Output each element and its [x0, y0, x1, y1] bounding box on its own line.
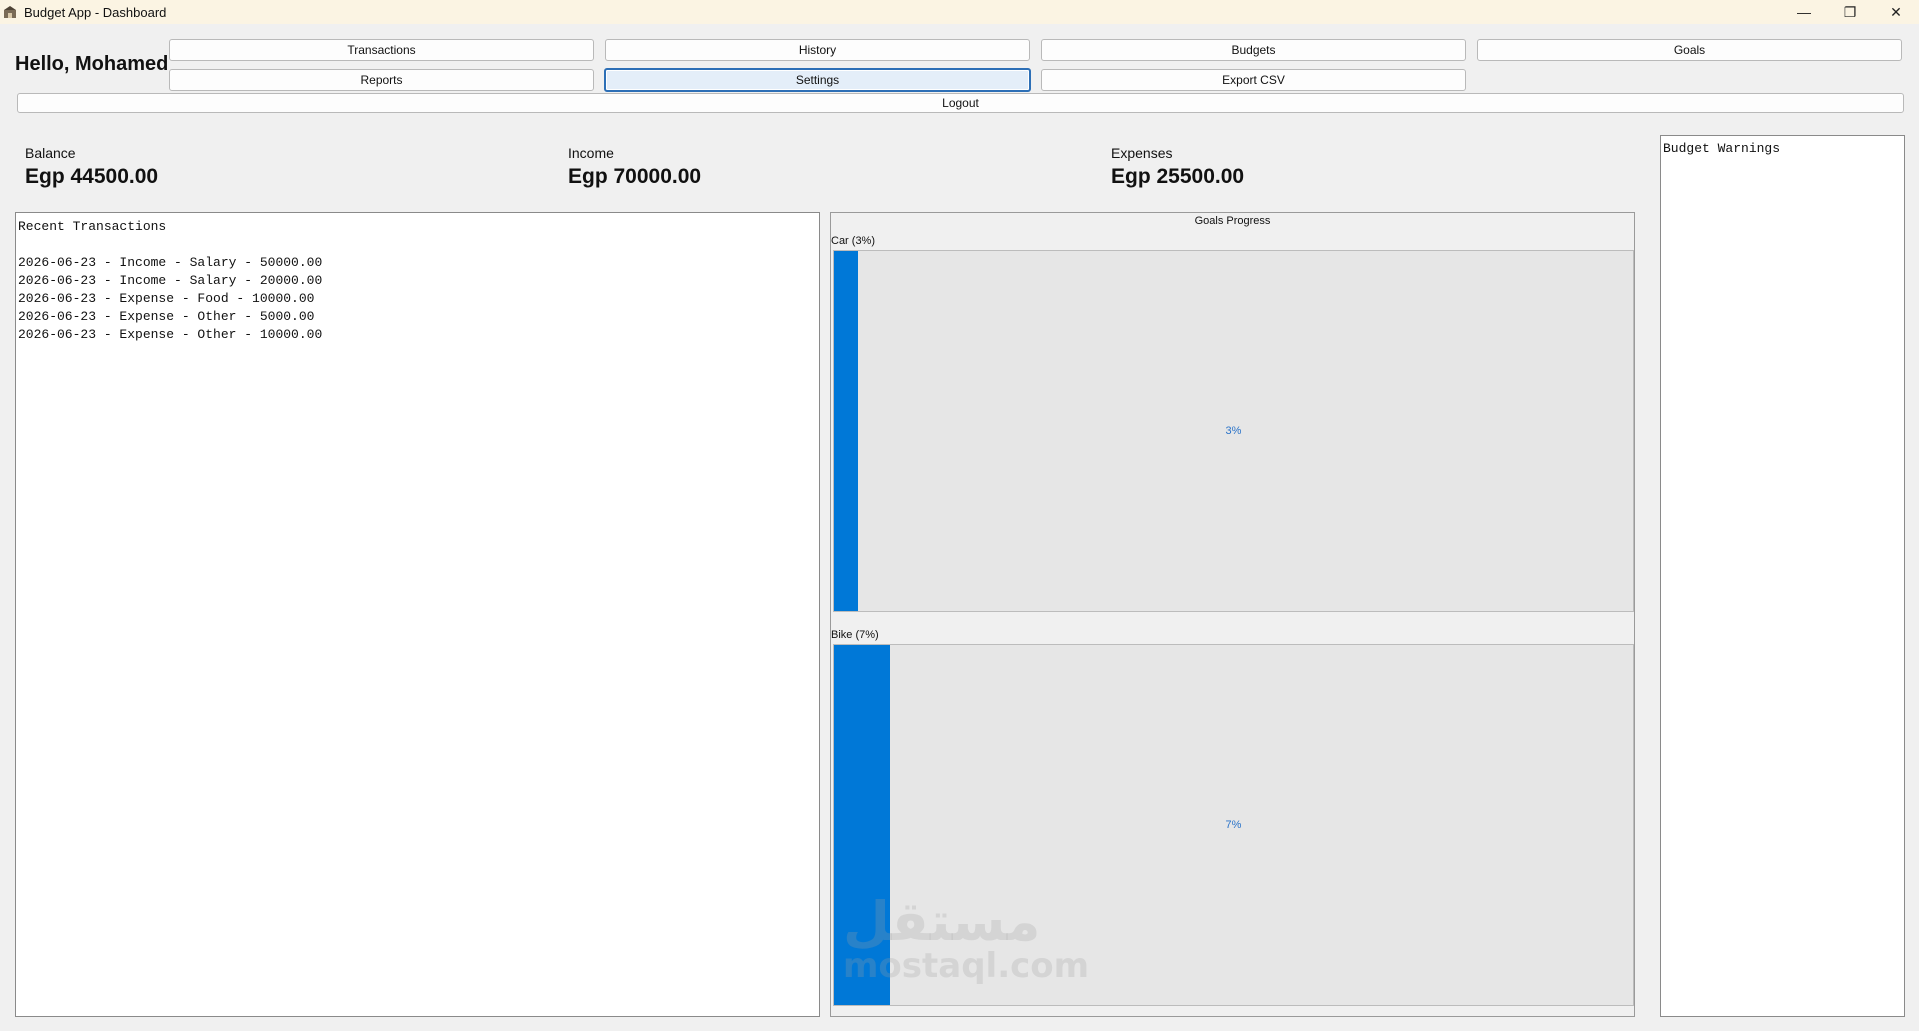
budget-warnings-title: Budget Warnings — [1663, 141, 1781, 156]
balance-value: Egp 44500.00 — [25, 165, 159, 188]
close-icon[interactable]: ✕ — [1873, 0, 1919, 24]
goal-percent-car: 3% — [1225, 425, 1242, 437]
recent-transactions-title: Recent Transactions — [18, 219, 167, 234]
watermark: مستقل mostaql.com — [843, 890, 1090, 986]
expenses-summary: Expenses Egp 25500.00 — [1111, 145, 1244, 189]
export-csv-button[interactable]: Export CSV — [1041, 69, 1466, 91]
list-item: 2026-06-23 - Expense - Food - 10000.00 — [18, 291, 315, 306]
list-item: 2026-06-23 - Expense - Other - 10000.00 — [18, 327, 323, 342]
budget-warnings-panel[interactable]: Budget Warnings — [1660, 135, 1905, 1017]
goals-button[interactable]: Goals — [1477, 39, 1902, 61]
income-label: Income — [568, 145, 614, 161]
transactions-list: 2026-06-23 - Income - Salary - 50000.00 … — [18, 254, 322, 344]
watermark-latin: mostaql.com — [843, 946, 1090, 986]
history-button[interactable]: History — [605, 39, 1030, 61]
budgets-button[interactable]: Budgets — [1041, 39, 1466, 61]
title-bar: Budget App - Dashboard — ❐ ✕ — [0, 0, 1919, 24]
balance-label: Balance — [25, 145, 76, 161]
greeting: Hello, Mohamed — [15, 53, 169, 75]
app-icon — [2, 4, 18, 20]
balance-summary: Balance Egp 44500.00 — [25, 145, 158, 189]
income-value: Egp 70000.00 — [568, 165, 702, 188]
list-item: 2026-06-23 - Income - Salary - 50000.00 — [18, 255, 323, 270]
transactions-button[interactable]: Transactions — [169, 39, 594, 61]
window-controls: — ❐ ✕ — [1781, 0, 1919, 24]
restore-icon[interactable]: ❐ — [1827, 0, 1873, 24]
expenses-label: Expenses — [1111, 145, 1173, 161]
reports-button[interactable]: Reports — [169, 69, 594, 91]
window-title: Budget App - Dashboard — [24, 4, 167, 20]
settings-button[interactable]: Settings — [604, 68, 1031, 92]
goal-percent-bike: 7% — [1225, 819, 1242, 831]
minimize-icon[interactable]: — — [1781, 0, 1827, 24]
goal-label-bike: Bike (7%) — [831, 629, 879, 641]
logout-button[interactable]: Logout — [17, 93, 1904, 113]
expenses-value: Egp 25500.00 — [1111, 165, 1245, 188]
list-item: 2026-06-23 - Expense - Other - 5000.00 — [18, 309, 315, 324]
goal-label-car: Car (3%) — [831, 235, 876, 247]
income-summary: Income Egp 70000.00 — [568, 145, 701, 189]
recent-transactions-panel[interactable]: Recent Transactions 2026-06-23 - Income … — [15, 212, 820, 1017]
watermark-arabic: مستقل — [843, 890, 1041, 953]
list-item: 2026-06-23 - Income - Salary - 20000.00 — [18, 273, 323, 288]
goal-progress-bar-car: 3% — [833, 250, 1634, 612]
goals-progress-title: Goals Progress — [1194, 215, 1271, 227]
